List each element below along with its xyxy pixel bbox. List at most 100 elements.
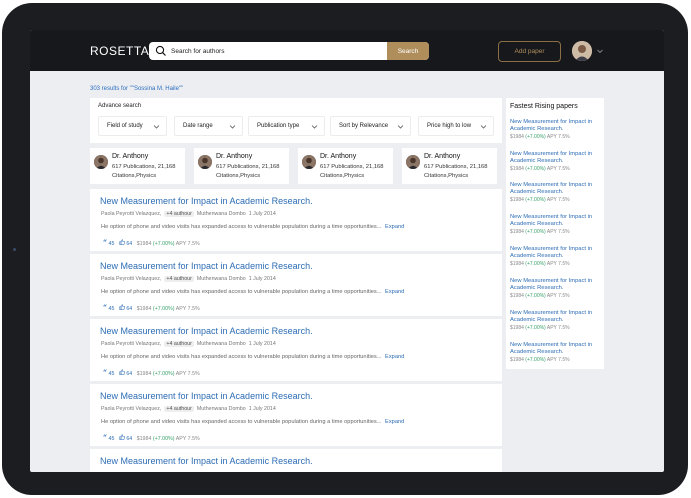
rising-item-title[interactable]: New Measurement for Impact in Academic R… bbox=[510, 214, 602, 228]
filter-date-range[interactable]: Date range bbox=[174, 116, 243, 136]
expand-link[interactable]: Expand bbox=[385, 224, 404, 230]
chevron-down-icon bbox=[229, 125, 236, 129]
rising-price: $1984 bbox=[510, 357, 524, 363]
result-date: 1 July 2014 bbox=[248, 341, 276, 347]
result-description-text: He option of phone and video visits has … bbox=[101, 289, 382, 295]
rising-change: (+7.00%) bbox=[525, 197, 546, 203]
result-coauthor[interactable]: Muthenwana Dombo bbox=[197, 211, 246, 217]
rising-item-stats: $1984 (+7.00%) APY 7.5% bbox=[510, 293, 602, 299]
author-card[interactable]: Dr. Anthony 617 Publications, 21,168 Cit… bbox=[90, 148, 185, 184]
result-stats: “ 45 64 $1984 (+7.00%) APY 7.5% bbox=[103, 433, 200, 442]
result-author[interactable]: Paola Peyrotti Velazquez, bbox=[101, 211, 161, 217]
author-card[interactable]: Dr. Anthony 617 Publications, 21,168 Cit… bbox=[298, 148, 393, 184]
rising-change: (+7.00%) bbox=[525, 134, 546, 140]
rising-change: (+7.00%) bbox=[525, 229, 546, 235]
rising-apy: APY 7.5% bbox=[546, 166, 570, 172]
expand-link[interactable]: Expand bbox=[385, 289, 404, 295]
result-card: New Measurement for Impact in Academic R… bbox=[90, 384, 502, 446]
result-card: New Measurement for Impact in Academic R… bbox=[90, 449, 502, 472]
chevron-down-icon[interactable] bbox=[596, 47, 604, 55]
rising-price: $1984 bbox=[510, 293, 524, 299]
result-title[interactable]: New Measurement for Impact in Academic R… bbox=[100, 456, 313, 466]
result-coauthor[interactable]: Muthenwana Dombo bbox=[197, 406, 246, 412]
more-authors-tag[interactable]: +4 authour bbox=[164, 211, 194, 217]
author-name: Dr. Anthony bbox=[320, 153, 357, 160]
result-author[interactable]: Paola Peyrotti Velazquez, bbox=[101, 406, 161, 412]
more-authors-tag[interactable]: +4 authour bbox=[164, 406, 194, 412]
rising-item[interactable]: New Measurement for Impact in Academic R… bbox=[510, 214, 602, 235]
more-authors-tag[interactable]: +4 authour bbox=[164, 276, 194, 282]
rising-price: $1984 bbox=[510, 197, 524, 203]
rising-item[interactable]: New Measurement for Impact in Academic R… bbox=[510, 119, 602, 140]
thumbs-up-icon[interactable] bbox=[119, 434, 125, 440]
filter-label: Field of study bbox=[107, 123, 143, 129]
rising-item[interactable]: New Measurement for Impact in Academic R… bbox=[510, 278, 602, 299]
author-avatar bbox=[94, 155, 108, 169]
rising-item-title[interactable]: New Measurement for Impact in Academic R… bbox=[510, 182, 602, 196]
more-authors-tag[interactable]: +4 authour bbox=[164, 341, 194, 347]
search-button[interactable]: Search bbox=[387, 42, 429, 60]
result-change: (+7.00%) bbox=[152, 306, 175, 312]
rising-change: (+7.00%) bbox=[525, 325, 546, 331]
expand-link[interactable]: Expand bbox=[385, 354, 404, 360]
rising-item[interactable]: New Measurement for Impact in Academic R… bbox=[510, 246, 602, 267]
result-price: $1984 bbox=[136, 436, 152, 442]
filter-price[interactable]: Price high to low bbox=[418, 116, 494, 136]
rising-item[interactable]: New Measurement for Impact in Academic R… bbox=[510, 151, 602, 172]
rising-item-title[interactable]: New Measurement for Impact in Academic R… bbox=[510, 246, 602, 260]
rising-item-title[interactable]: New Measurement for Impact in Academic R… bbox=[510, 310, 602, 324]
result-coauthor[interactable]: Muthenwana Dombo bbox=[197, 341, 246, 347]
rising-item-stats: $1984 (+7.00%) APY 7.5% bbox=[510, 166, 602, 172]
author-card[interactable]: Dr. Anthony 617 Publications, 21,168 Cit… bbox=[194, 148, 289, 184]
rising-item-stats: $1984 (+7.00%) APY 7.5% bbox=[510, 357, 602, 363]
filter-field-of-study[interactable]: Field of study bbox=[98, 116, 167, 136]
rising-item-title[interactable]: New Measurement for Impact in Academic R… bbox=[510, 278, 602, 292]
user-avatar[interactable] bbox=[572, 41, 592, 61]
result-title[interactable]: New Measurement for Impact in Academic R… bbox=[100, 261, 313, 271]
result-author[interactable]: Paola Peyrotti Velazquez, bbox=[101, 341, 161, 347]
thumbs-up-icon[interactable] bbox=[119, 304, 125, 310]
result-title[interactable]: New Measurement for Impact in Academic R… bbox=[100, 391, 313, 401]
rising-item[interactable]: New Measurement for Impact in Academic R… bbox=[510, 182, 602, 203]
filter-label: Date range bbox=[183, 123, 213, 129]
result-author[interactable]: Paola Peyrotti Velazquez, bbox=[101, 276, 161, 282]
filter-sort-by[interactable]: Sort by Relevance bbox=[330, 116, 411, 136]
result-apy: APY 7.5% bbox=[175, 306, 200, 312]
quote-icon[interactable]: “ bbox=[103, 368, 107, 377]
rising-price: $1984 bbox=[510, 261, 524, 267]
rising-apy: APY 7.5% bbox=[546, 325, 570, 331]
result-change: (+7.00%) bbox=[152, 436, 175, 442]
rising-apy: APY 7.5% bbox=[546, 261, 570, 267]
tablet-frame: ROSETTA Search Add paper bbox=[2, 3, 688, 495]
like-count: 64 bbox=[126, 371, 133, 377]
result-apy: APY 7.5% bbox=[175, 436, 200, 442]
filter-label: Publication type bbox=[257, 123, 300, 129]
expand-link[interactable]: Expand bbox=[385, 419, 404, 425]
search-input[interactable] bbox=[171, 42, 383, 60]
thumbs-up-icon[interactable] bbox=[119, 369, 125, 375]
result-title[interactable]: New Measurement for Impact in Academic R… bbox=[100, 196, 313, 206]
advance-search-panel: Advance search Field of study Date range… bbox=[90, 98, 502, 143]
chevron-down-icon bbox=[397, 125, 404, 129]
rising-change: (+7.00%) bbox=[525, 261, 546, 267]
quote-icon[interactable]: “ bbox=[103, 238, 107, 247]
quote-icon[interactable]: “ bbox=[103, 433, 107, 442]
result-coauthor[interactable]: Muthenwana Dombo bbox=[197, 276, 246, 282]
chevron-down-icon bbox=[480, 125, 487, 129]
filter-publication-type[interactable]: Publication type bbox=[248, 116, 325, 136]
rising-item[interactable]: New Measurement for Impact in Academic R… bbox=[510, 342, 602, 363]
add-paper-button[interactable]: Add paper bbox=[498, 41, 561, 62]
rising-item-title[interactable]: New Measurement for Impact in Academic R… bbox=[510, 119, 602, 133]
result-meta: Paola Peyrotti Velazquez, +4 authour Muthe… bbox=[101, 341, 276, 347]
rising-item-title[interactable]: New Measurement for Impact in Academic R… bbox=[510, 342, 602, 356]
rising-change: (+7.00%) bbox=[525, 357, 546, 363]
result-change: (+7.00%) bbox=[152, 371, 175, 377]
quote-icon[interactable]: “ bbox=[103, 303, 107, 312]
rising-apy: APY 7.5% bbox=[546, 293, 570, 299]
result-title[interactable]: New Measurement for Impact in Academic R… bbox=[100, 326, 313, 336]
thumbs-up-icon[interactable] bbox=[119, 239, 125, 245]
rising-item[interactable]: New Measurement for Impact in Academic R… bbox=[510, 310, 602, 331]
author-card[interactable]: Dr. Anthony 617 Publications, 21,168 Cit… bbox=[402, 148, 497, 184]
app-logo[interactable]: ROSETTA bbox=[90, 44, 149, 58]
rising-item-title[interactable]: New Measurement for Impact in Academic R… bbox=[510, 151, 602, 165]
